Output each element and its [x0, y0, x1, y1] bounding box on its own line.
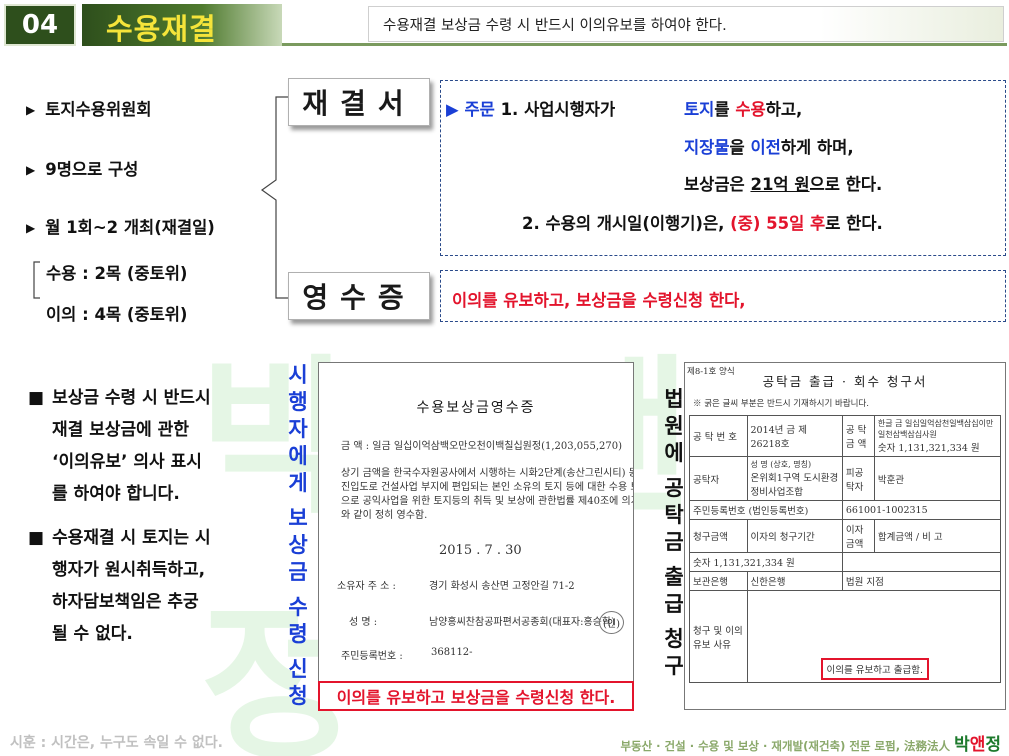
- side-label-char: 보: [288, 506, 308, 530]
- side-label-char: 자: [288, 417, 308, 441]
- receipt-doc-body-line: 와 같이 정히 영수함.: [341, 510, 428, 521]
- receipt-doc-body-line: 진입도로 건설사업 부지에 편입되는 본인 소유의 토지 등에 대한 수용 보상…: [341, 482, 634, 493]
- receipt-doc-date: 2015 . 7 . 30: [439, 543, 522, 558]
- side-label-char: 행: [288, 390, 308, 414]
- compensation-receipt-document: 수용보상금영수증 금 액 : 일금 일십이억삼백오만오천이백칠십원정(1,203…: [318, 362, 634, 710]
- deposit-doc-title: 공탁금 출급 · 회수 청구서: [762, 374, 928, 389]
- receipt-text: 이의를 유보하고, 보상금을 수령신청 한다,: [452, 291, 746, 310]
- seal-stamp: (인): [599, 611, 625, 634]
- side-label-char: 신: [288, 657, 308, 681]
- square-bullet-icon: ■: [28, 528, 45, 548]
- receipt-doc-id-label: 주민등록번호 :: [341, 651, 403, 662]
- side-label-char: [284, 648, 312, 656]
- side-label-char: 시: [288, 363, 308, 387]
- receipt-doc-addr-label: 소유자 주 소 :: [337, 581, 396, 592]
- brand-logo-text: 박앤정: [954, 735, 1001, 755]
- deposit-table: 공 탁 번 호 2014년 금 제 26218호 공 탁 금 액 한글 금 일십…: [689, 415, 1002, 683]
- side-label-left: 시행자에게 보상금 수령 신청: [284, 362, 312, 710]
- receipt-doc-name: 남양홍씨찬참공파편서공종회(대표자:홍승학): [429, 617, 615, 628]
- side-label-char: 상: [288, 533, 308, 557]
- deposit-claim-document: 제8-1호 양식 공탁금 출급 · 회수 청구서 ※ 굵은 글씨 부분은 반드시…: [684, 362, 1006, 710]
- receipt-doc-id: 368112-: [431, 647, 473, 658]
- side-label-char: [284, 497, 312, 505]
- square-bullet-icon: ■: [28, 388, 45, 408]
- receipt-doc-name-label: 성 명 :: [349, 617, 378, 628]
- receipt-caption: 이의를 유보하고 보상금을 수령신청 한다.: [318, 681, 634, 711]
- decision-order-line1: ▶ 주문 1. 사업시행자가: [446, 100, 616, 119]
- objection-reserved-highlight: 이의를 유보하고 출급함.: [820, 658, 929, 680]
- side-label-char: 금: [288, 560, 308, 584]
- receipt-doc-title: 수용보상금영수증: [416, 400, 536, 416]
- side-label-char: 령: [288, 622, 308, 646]
- receipt-doc-body-line: 상기 금액을 한국수자원공사에서 시행하는 시화2단계(송산그린시티) 동서: [341, 468, 634, 479]
- decision-compensation-clause: 보상금은 21억 원으로 한다.: [684, 175, 883, 194]
- footer-motto: 시훈 : 시간은, 누구도 속일 수 없다.: [10, 735, 223, 751]
- receipt-doc-body-line: 으로 공익사업을 위한 토지등의 취득 및 보상에 관한법률 제40조에 의거 …: [341, 496, 634, 507]
- note-objection-reservation: ■ 보상금 수령 시 반드시 재결 보상금에 관한 ‘이의유보’ 의사 표시 를 …: [28, 388, 211, 504]
- arrow-icon: ▶: [446, 100, 459, 119]
- decision-start-date-clause: 2. 수용의 개시일(이행기)은, (중) 55일 후로 한다.: [522, 214, 883, 233]
- decision-label-box: 재결서: [288, 78, 430, 126]
- side-label-char: [284, 586, 312, 594]
- side-label-char: 에: [288, 444, 308, 468]
- receipt-doc-addr: 경기 화성시 송산면 고정안길 71-2: [429, 581, 575, 592]
- side-label-char: 게: [288, 471, 308, 495]
- decision-obstacle-clause: 지장물을 이전하게 하며,: [684, 138, 854, 157]
- decision-land-clause: 토지를 수용하고,: [684, 100, 803, 119]
- note-original-acquisition: ■ 수용재결 시 토지는 시 행자가 원시취득하고, 하자담보책임은 추궁 될 수…: [28, 528, 211, 644]
- side-label-char: 수: [288, 595, 308, 619]
- footer-firm: 부동산 · 건설 · 수용 및 보상 · 재개발(재건축) 전문 로펌, 法務法…: [620, 735, 1001, 755]
- receipt-doc-amount: 금 액 : 일금 일십이억삼백오만오천이백칠십원정(1,203,055,270): [341, 441, 623, 452]
- receipt-label-box: 영수증: [288, 272, 430, 320]
- deposit-doc-note: ※ 굵은 글씨 부분은 반드시 기재하시기 바랍니다.: [693, 399, 869, 409]
- side-label-char: 청: [288, 684, 308, 708]
